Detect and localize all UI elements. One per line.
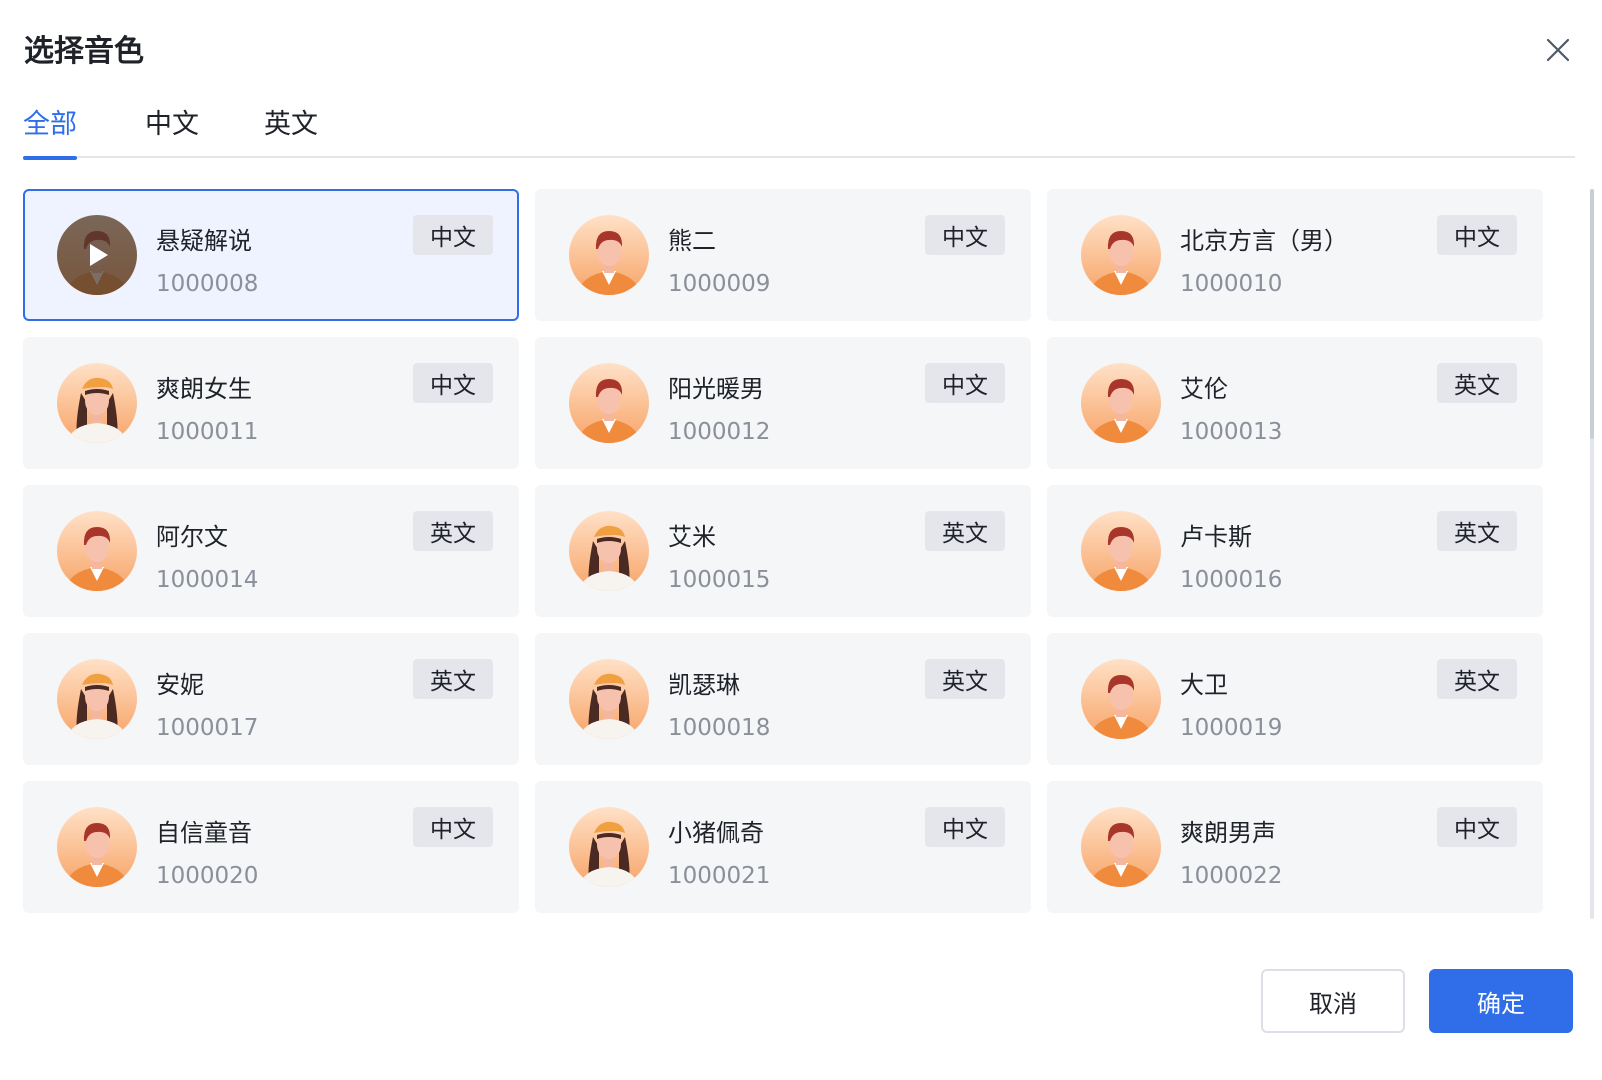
voice-name: 阿尔文: [156, 523, 228, 551]
voice-id: 1000012: [668, 419, 771, 445]
voice-card[interactable]: 阳光暖男 1000012 中文: [535, 337, 1031, 469]
voice-id: 1000015: [668, 567, 771, 593]
tab-english[interactable]: 英文: [264, 102, 318, 158]
voice-name: 大卫: [1180, 671, 1228, 699]
voice-name: 阳光暖男: [668, 375, 764, 403]
language-tag: 中文: [413, 363, 493, 403]
voice-card[interactable]: 安妮 1000017 英文: [23, 633, 519, 765]
language-tag: 英文: [925, 659, 1005, 699]
voice-card[interactable]: 凯瑟琳 1000018 英文: [535, 633, 1031, 765]
voice-id: 1000009: [668, 271, 771, 297]
scrollbar-thumb[interactable]: [1590, 189, 1594, 439]
confirm-button[interactable]: 确定: [1429, 969, 1573, 1033]
voice-name: 北京方言（男）: [1180, 227, 1348, 255]
voice-id: 1000019: [1180, 715, 1283, 741]
voice-name: 卢卡斯: [1180, 523, 1252, 551]
female-avatar-icon: [57, 363, 137, 443]
voice-card[interactable]: 大卫 1000019 英文: [1047, 633, 1543, 765]
male-avatar-icon: [1081, 215, 1161, 295]
voice-card[interactable]: 卢卡斯 1000016 英文: [1047, 485, 1543, 617]
voice-id: 1000016: [1180, 567, 1283, 593]
voice-name: 自信童音: [156, 819, 252, 847]
male-avatar-icon: [57, 511, 137, 591]
voice-id: 1000013: [1180, 419, 1283, 445]
voice-name: 凯瑟琳: [668, 671, 740, 699]
voice-card[interactable]: 熊二 1000009 中文: [535, 189, 1031, 321]
dialog-title: 选择音色: [24, 34, 144, 69]
voice-name: 艾米: [668, 523, 716, 551]
voice-id: 1000018: [668, 715, 771, 741]
voice-card[interactable]: 小猪佩奇 1000021 中文: [535, 781, 1031, 913]
play-overlay[interactable]: [57, 215, 137, 295]
language-tag: 中文: [925, 807, 1005, 847]
language-tabs: 全部 中文 英文: [23, 96, 1575, 160]
language-tag: 中文: [413, 807, 493, 847]
voice-id: 1000021: [668, 863, 771, 889]
voice-name: 艾伦: [1180, 375, 1228, 403]
language-tag: 中文: [413, 215, 493, 255]
voice-name: 安妮: [156, 671, 204, 699]
language-tag: 英文: [413, 511, 493, 551]
male-avatar-icon: [1081, 511, 1161, 591]
voice-card[interactable]: 阿尔文 1000014 英文: [23, 485, 519, 617]
voice-card[interactable]: 艾伦 1000013 英文: [1047, 337, 1543, 469]
voice-card[interactable]: 艾米 1000015 英文: [535, 485, 1031, 617]
female-avatar-icon: [57, 659, 137, 739]
male-avatar-icon: [569, 363, 649, 443]
male-avatar-icon: [1081, 363, 1161, 443]
voice-card[interactable]: 自信童音 1000020 中文: [23, 781, 519, 913]
male-avatar-icon: [57, 807, 137, 887]
language-tag: 中文: [925, 215, 1005, 255]
voice-name: 小猪佩奇: [668, 819, 764, 847]
close-icon: [1546, 38, 1570, 62]
voice-id: 1000017: [156, 715, 259, 741]
voice-card[interactable]: 爽朗女生 1000011 中文: [23, 337, 519, 469]
female-avatar-icon: [569, 807, 649, 887]
voice-name: 悬疑解说: [156, 227, 252, 255]
tab-all[interactable]: 全部: [23, 102, 77, 160]
male-avatar-icon: [57, 215, 137, 295]
language-tag: 英文: [1437, 511, 1517, 551]
voice-name: 爽朗女生: [156, 375, 252, 403]
voice-grid: 悬疑解说 1000008 中文 熊二 1000009 中文 北京方言（男） 1000010…: [23, 189, 1553, 913]
voice-id: 1000022: [1180, 863, 1283, 889]
play-icon: [90, 244, 108, 266]
close-button[interactable]: [1544, 36, 1572, 64]
cancel-button[interactable]: 取消: [1261, 969, 1405, 1033]
voice-card[interactable]: 悬疑解说 1000008 中文: [23, 189, 519, 321]
language-tag: 英文: [413, 659, 493, 699]
language-tag: 中文: [1437, 215, 1517, 255]
female-avatar-icon: [569, 659, 649, 739]
tab-chinese[interactable]: 中文: [145, 102, 199, 158]
voice-id: 1000014: [156, 567, 259, 593]
language-tag: 英文: [1437, 363, 1517, 403]
voice-id: 1000020: [156, 863, 259, 889]
voice-name: 熊二: [668, 227, 716, 255]
voice-card[interactable]: 北京方言（男） 1000010 中文: [1047, 189, 1543, 321]
female-avatar-icon: [569, 511, 649, 591]
language-tag: 英文: [1437, 659, 1517, 699]
select-voice-dialog: 选择音色 全部 中文 英文 悬疑解说 1000008 中文 熊二 1000009…: [0, 0, 1602, 1080]
voice-id: 1000008: [156, 271, 259, 297]
voice-id: 1000011: [156, 419, 259, 445]
male-avatar-icon: [1081, 659, 1161, 739]
male-avatar-icon: [1081, 807, 1161, 887]
voice-id: 1000010: [1180, 271, 1283, 297]
language-tag: 中文: [1437, 807, 1517, 847]
voice-card[interactable]: 爽朗男声 1000022 中文: [1047, 781, 1543, 913]
language-tag: 英文: [925, 511, 1005, 551]
male-avatar-icon: [569, 215, 649, 295]
voice-name: 爽朗男声: [1180, 819, 1276, 847]
scrollbar[interactable]: [1590, 189, 1594, 919]
language-tag: 中文: [925, 363, 1005, 403]
